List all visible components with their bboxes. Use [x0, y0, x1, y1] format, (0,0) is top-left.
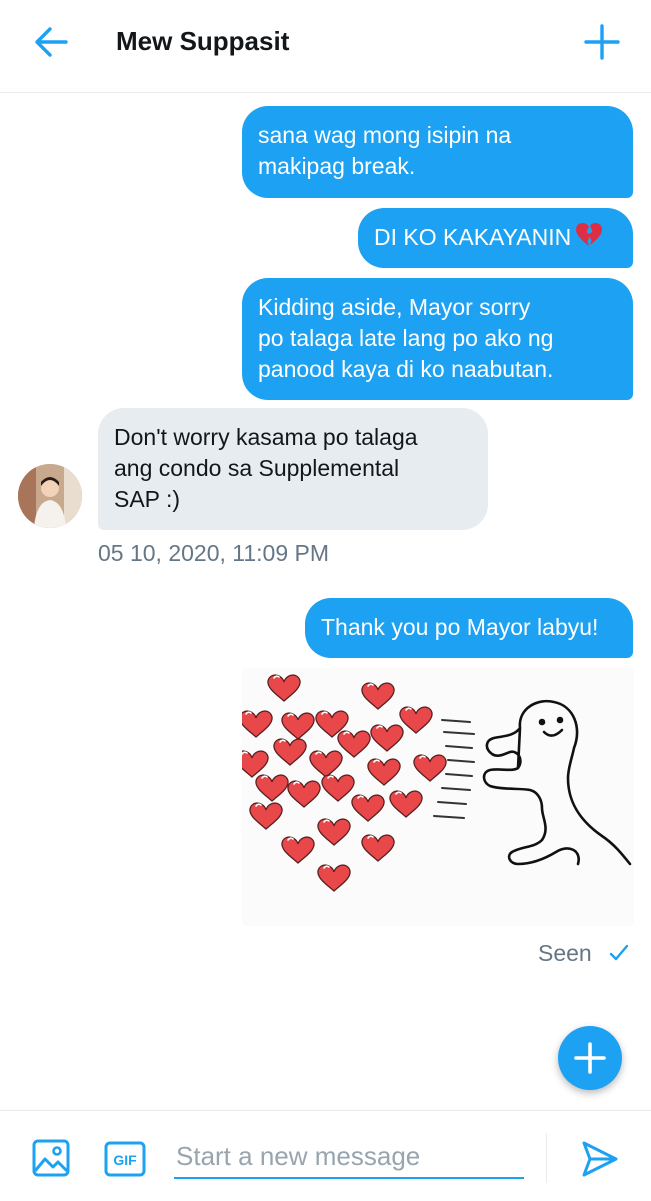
- add-gif-button[interactable]: GIF: [104, 1141, 146, 1177]
- back-button[interactable]: [30, 22, 74, 62]
- outgoing-message[interactable]: DI KO KAKAYANIN: [358, 208, 633, 268]
- send-button[interactable]: [580, 1139, 620, 1179]
- message-timestamp: 05 10, 2020, 11:09 PM: [98, 540, 330, 566]
- conversation-header: Mew Suppasit: [0, 0, 651, 93]
- hearts-push-sticker[interactable]: [242, 668, 634, 926]
- message-text: DI KO KAKAYANIN: [374, 224, 572, 251]
- conversation-title: Mew Suppasit: [116, 26, 290, 56]
- avatar[interactable]: [18, 464, 82, 528]
- arrow-left-icon: [35, 27, 68, 57]
- new-message-fab[interactable]: [558, 1026, 622, 1090]
- add-participant-button[interactable]: [580, 20, 624, 64]
- outgoing-message[interactable]: Thank you po Mayor labyu!: [305, 598, 633, 658]
- plus-icon: [584, 24, 620, 60]
- image-icon: [32, 1139, 70, 1177]
- broken-heart-icon: [575, 222, 603, 256]
- composer-divider: [546, 1133, 547, 1183]
- send-icon: [582, 1141, 618, 1177]
- gif-icon: GIF: [104, 1141, 146, 1177]
- outgoing-message[interactable]: sana wag mong isipin na makipag break.: [242, 106, 633, 198]
- message-composer: GIF: [0, 1110, 651, 1201]
- checkmark-icon: [608, 942, 630, 969]
- gif-label: GIF: [113, 1152, 137, 1168]
- outgoing-message[interactable]: Kidding aside, Mayor sorry po talaga lat…: [242, 278, 633, 400]
- message-input[interactable]: [174, 1135, 524, 1179]
- add-media-button[interactable]: [30, 1137, 72, 1179]
- plus-icon: [574, 1042, 606, 1074]
- seen-status: Seen: [538, 940, 592, 966]
- incoming-message[interactable]: Don't worry kasama po talaga ang condo s…: [98, 408, 488, 530]
